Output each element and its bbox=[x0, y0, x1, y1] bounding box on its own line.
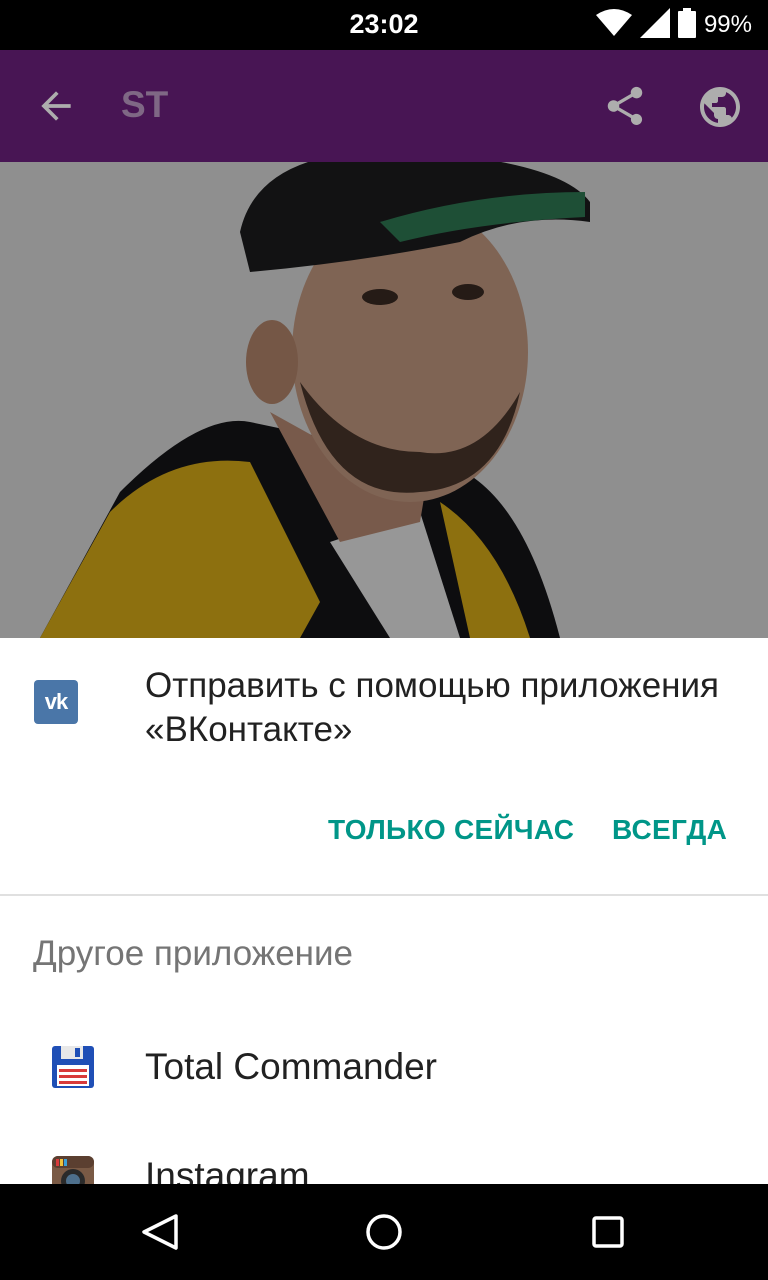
list-item-total-commander[interactable]: Total Commander bbox=[0, 1042, 768, 1152]
battery-percentage: 99% bbox=[703, 11, 752, 38]
share-title: Отправить с помощью приложения «ВКонтакт… bbox=[145, 666, 720, 749]
status-icons: 99% bbox=[595, 7, 752, 43]
nav-recents-button[interactable] bbox=[584, 1208, 632, 1256]
app-label-total-commander: Total Commander bbox=[145, 1046, 438, 1087]
share-bottom-sheet: vk Отправить с помощью приложения «ВКонт… bbox=[0, 638, 768, 1184]
nav-recents-icon bbox=[592, 1216, 624, 1248]
nav-home-icon bbox=[366, 1214, 402, 1250]
just-once-button[interactable]: ТОЛЬКО СЕЙЧАС bbox=[328, 814, 574, 846]
status-bar: 23:02 99% bbox=[0, 0, 768, 50]
other-apps-heading: Другое приложение bbox=[33, 934, 354, 973]
photo-scrim bbox=[0, 162, 768, 638]
divider bbox=[0, 894, 768, 896]
toolbar-scrim bbox=[0, 50, 768, 162]
app-label-instagram: Instagram bbox=[145, 1155, 310, 1184]
floppy-disk-icon bbox=[50, 1044, 96, 1090]
always-button[interactable]: ВСЕГДА bbox=[612, 814, 727, 846]
signal-icon bbox=[639, 7, 670, 43]
nav-home-button[interactable] bbox=[360, 1208, 408, 1256]
nav-back-button[interactable] bbox=[136, 1208, 184, 1256]
list-item-instagram[interactable]: Instagram bbox=[0, 1152, 768, 1184]
nav-back-icon bbox=[142, 1214, 178, 1250]
app-toolbar: ST bbox=[0, 50, 768, 162]
wifi-icon bbox=[595, 8, 632, 42]
navigation-bar bbox=[0, 1184, 768, 1280]
instagram-camera-icon bbox=[50, 1154, 96, 1184]
vk-app-icon[interactable]: vk bbox=[34, 680, 78, 724]
battery-icon bbox=[677, 7, 696, 43]
artist-photo bbox=[0, 162, 768, 638]
